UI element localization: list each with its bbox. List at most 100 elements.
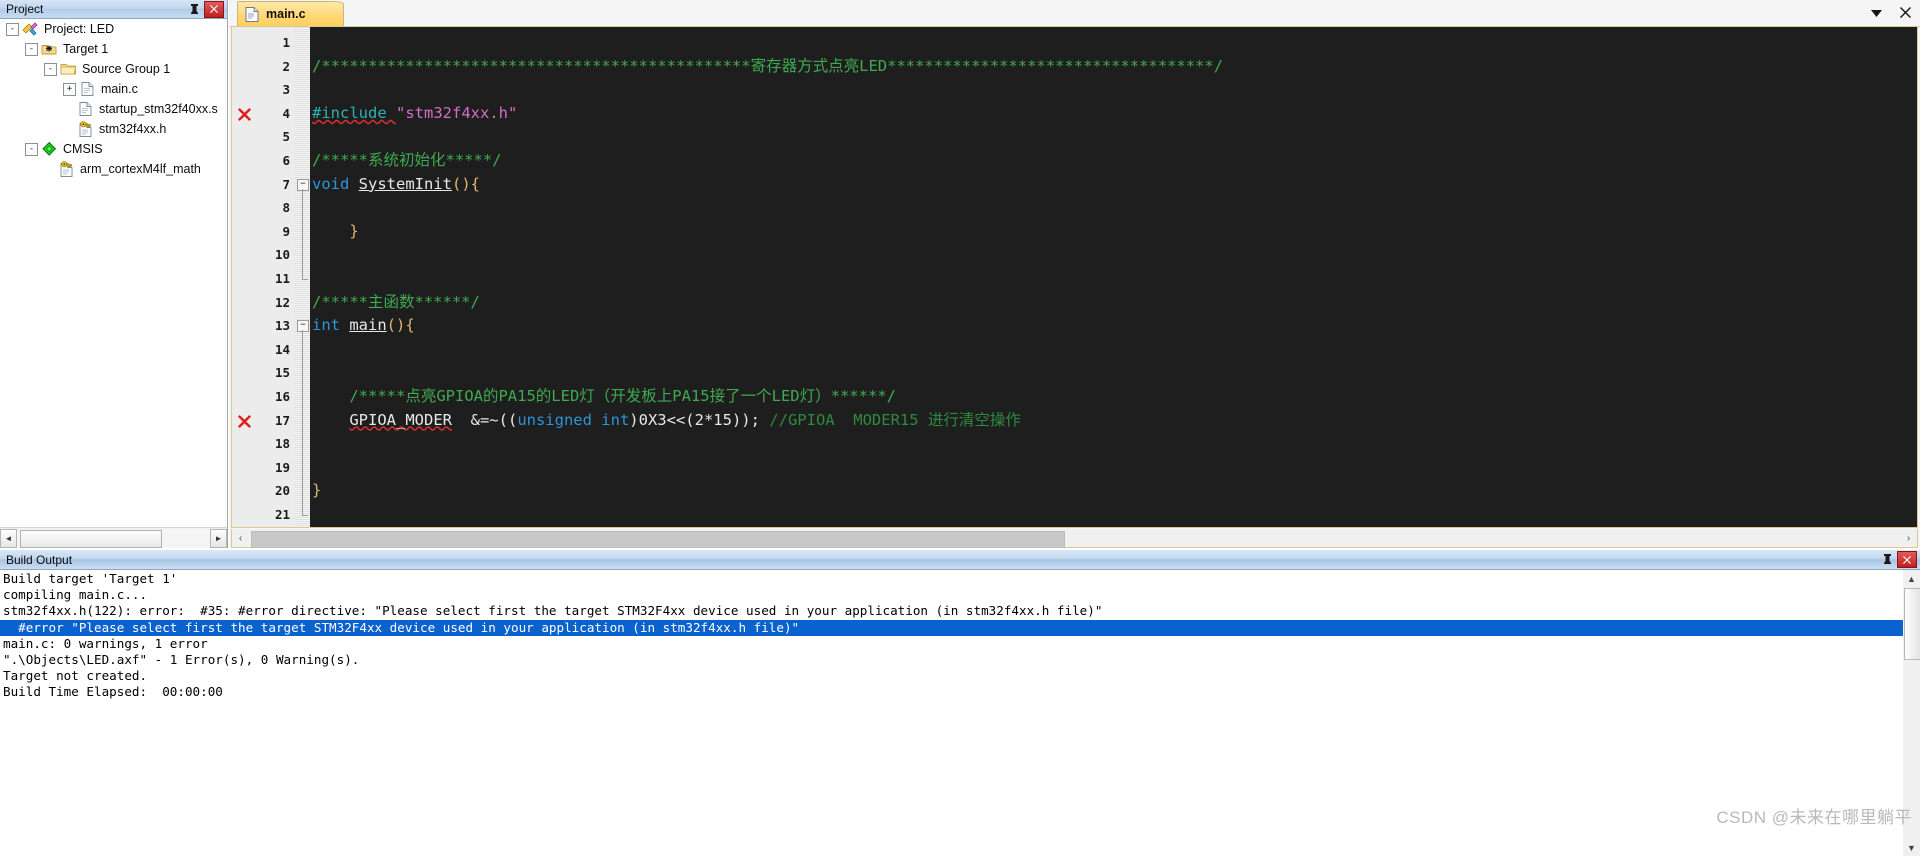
fold-toggle-icon[interactable]: − xyxy=(297,178,309,191)
tree-item-label: arm_cortexM4lf_math xyxy=(80,162,201,176)
project-panel-titlebar: Project xyxy=(0,0,227,19)
code-line[interactable]: /*****系统初始化*****/ xyxy=(312,149,501,173)
editor-hscroll-track[interactable] xyxy=(249,529,1900,548)
scroll-left-icon[interactable]: ‹ xyxy=(232,529,249,547)
tree-item-label: Target 1 xyxy=(63,42,109,56)
editor-hscrollbar[interactable]: ‹ › xyxy=(231,529,1918,548)
tree-item-startup-stm32f40xx-s[interactable]: startup_stm32f40xx.s xyxy=(0,99,227,119)
scroll-left-icon[interactable]: ◄ xyxy=(0,528,17,548)
line-number: 13 xyxy=(274,318,290,334)
scroll-down-icon[interactable]: ▼ xyxy=(1903,839,1920,856)
editor-tabstrip: main.c xyxy=(229,0,1920,27)
error-marker-icon[interactable] xyxy=(238,409,251,433)
project-hscrollbar[interactable]: ◄ ► xyxy=(0,527,227,548)
project-tree[interactable]: - Project: LED - Target 1- Source Group 1 + ma… xyxy=(0,19,227,526)
collapse-toggle-icon[interactable]: - xyxy=(25,42,38,56)
line-number: 7 xyxy=(282,176,290,192)
tree-item-label: startup_stm32f40xx.s xyxy=(99,102,218,116)
pin-icon[interactable] xyxy=(186,2,202,17)
tree-item-stm32f4xx-h[interactable]: stm32f4xx.h xyxy=(0,119,227,139)
close-icon[interactable] xyxy=(204,0,224,18)
build-output-title: Build Output xyxy=(6,552,73,567)
close-icon[interactable] xyxy=(1900,6,1911,20)
project-icon xyxy=(22,21,39,37)
code-token: } xyxy=(312,481,322,500)
line-number: 19 xyxy=(274,459,290,475)
code-line[interactable]: GPIOA_MODER &=~((unsigned int)0X3<<(2*15… xyxy=(312,409,1021,433)
line-number: 16 xyxy=(274,389,290,404)
tree-item-label: main.c xyxy=(101,82,138,96)
close-icon[interactable] xyxy=(1897,551,1917,568)
fold-guide-line xyxy=(302,330,303,515)
tree-item-main-c[interactable]: + main.c xyxy=(0,79,227,99)
build-output-titlebar: Build Output xyxy=(0,550,1920,570)
build-output-line[interactable]: Target not created. xyxy=(0,668,1920,684)
error-marker-icon[interactable] xyxy=(238,102,251,126)
chevron-down-icon[interactable] xyxy=(1871,7,1882,19)
build-output-vscrollbar[interactable]: ▲ ▼ xyxy=(1903,570,1920,856)
build-output-vscroll-thumb[interactable] xyxy=(1904,588,1920,660)
line-number: 8 xyxy=(282,200,290,216)
tree-item-arm-cortexm4lf-math[interactable]: arm_cortexM4lf_math xyxy=(0,159,227,179)
build-output-line[interactable]: Build target 'Target 1' xyxy=(0,571,1920,587)
folder-icon xyxy=(60,61,77,77)
scroll-right-icon[interactable]: ► xyxy=(210,528,227,548)
scroll-right-icon[interactable]: › xyxy=(1900,529,1917,547)
editor-hscroll-thumb[interactable] xyxy=(251,530,1065,548)
line-number: 2 xyxy=(282,58,290,74)
editor-code-surface[interactable]: /***************************************… xyxy=(310,27,1917,527)
fold-toggle-icon[interactable]: − xyxy=(297,320,309,333)
line-number: 17 xyxy=(274,412,290,428)
code-line[interactable]: void SystemInit(){ xyxy=(312,173,480,197)
code-token: SystemInit xyxy=(358,174,452,193)
line-number: 22 xyxy=(275,527,290,528)
build-output-line-selected[interactable]: #error "Please select first the target S… xyxy=(0,619,1920,636)
tree-item-project-led[interactable]: - Project: LED xyxy=(0,19,227,39)
code-line[interactable]: } xyxy=(312,220,359,244)
line-number: 11 xyxy=(274,271,290,286)
pin-icon[interactable] xyxy=(1879,552,1895,567)
code-line[interactable]: int main(){ xyxy=(312,314,415,338)
build-output-text[interactable]: Build target 'Target 1' compiling main.c.… xyxy=(0,570,1920,856)
c-file-icon xyxy=(79,81,96,97)
line-number: 12 xyxy=(274,294,290,310)
collapse-toggle-icon[interactable]: - xyxy=(6,22,19,36)
code-token: //GPIOA MODER15 进行清空操作 xyxy=(769,410,1021,429)
code-line[interactable]: } xyxy=(312,479,321,503)
build-output-line[interactable]: main.c: 0 warnings, 1 error xyxy=(0,636,1920,652)
collapse-toggle-icon[interactable]: - xyxy=(44,62,57,76)
code-editor[interactable]: 12345678910111213141516171819202122 −− /… xyxy=(231,26,1918,528)
asm-file-icon xyxy=(77,101,94,117)
code-line[interactable]: /***************************************… xyxy=(312,55,1223,79)
tab-main-c[interactable]: main.c xyxy=(237,1,344,26)
code-token: "stm32f4xx.h" xyxy=(396,103,518,122)
tree-item-source-group-1[interactable]: - Source Group 1 xyxy=(0,59,227,79)
scroll-up-icon[interactable]: ▲ xyxy=(1903,570,1920,587)
tree-item-label: stm32f4xx.h xyxy=(99,122,167,136)
code-line[interactable]: /*****主函数******/ xyxy=(312,291,480,315)
code-token: /***************************************… xyxy=(312,56,751,75)
editor-fold-column[interactable]: − − xyxy=(294,27,310,527)
fold-guide-end xyxy=(302,515,308,516)
build-output-line[interactable]: compiling main.c... xyxy=(0,587,1920,603)
code-line[interactable]: #include "stm32f4xx.h" xyxy=(312,102,517,126)
editor-marker-column[interactable] xyxy=(232,27,258,527)
line-number: 3 xyxy=(282,82,290,98)
build-output-line[interactable]: stm32f4xx.h(122): error: #35: #error dir… xyxy=(0,603,1920,619)
tree-item-label: Source Group 1 xyxy=(82,62,171,76)
collapse-toggle-icon[interactable]: - xyxy=(25,142,38,156)
code-token: } xyxy=(312,221,359,240)
build-output-line[interactable]: ".\Objects\LED.axf" - 1 Error(s), 0 Warn… xyxy=(0,652,1920,668)
code-token: 寄存器方式点亮LED xyxy=(750,56,888,75)
project-hscroll-thumb[interactable] xyxy=(20,529,162,548)
expand-toggle-icon[interactable]: + xyxy=(63,82,76,96)
tree-item-cmsis[interactable]: - CMSIS xyxy=(0,139,227,159)
code-token: /*****系统初始化*****/ xyxy=(312,151,502,169)
code-token: (){ xyxy=(452,174,480,193)
project-hscroll-track[interactable] xyxy=(17,528,210,548)
tree-item-target-1[interactable]: - Target 1 xyxy=(0,39,227,59)
code-line[interactable]: /*****点亮GPIOA的PA15的LED灯（开发板上PA15接了一个LED灯… xyxy=(312,385,896,409)
build-output-line[interactable]: Build Time Elapsed: 00:00:00 xyxy=(0,684,1920,700)
code-token: int xyxy=(312,316,350,335)
